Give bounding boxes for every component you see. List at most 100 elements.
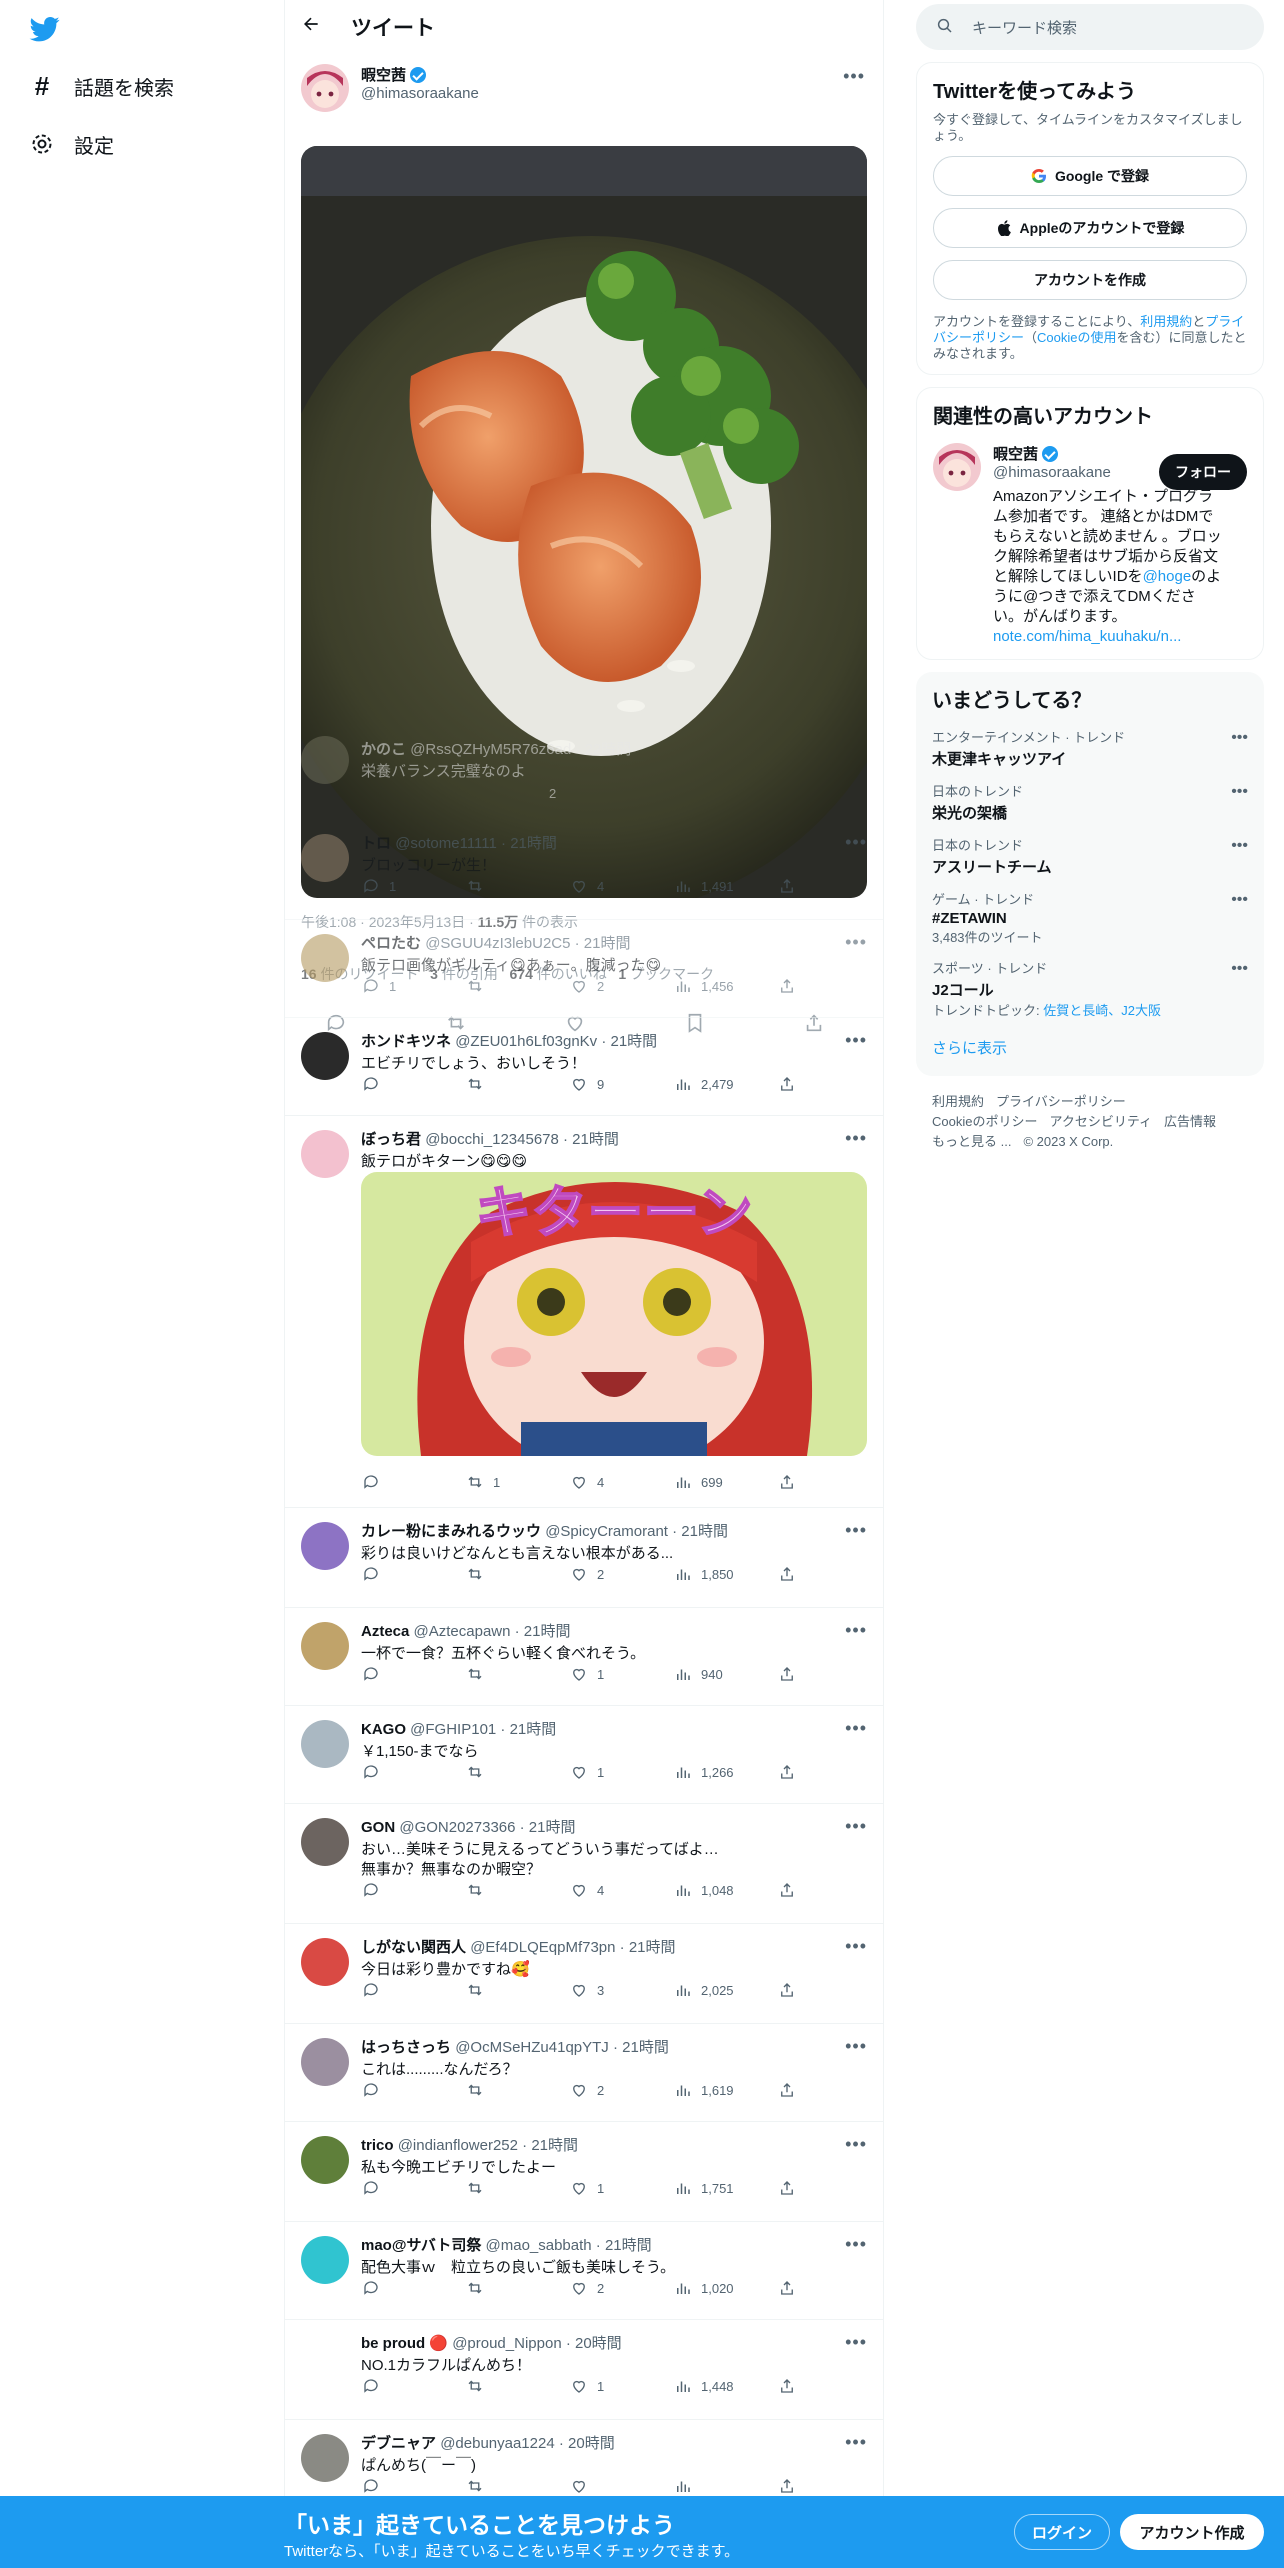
like-button[interactable]: 1 xyxy=(569,2178,649,2198)
more-options-icon[interactable]: ••• xyxy=(845,2134,867,2155)
retweet-button[interactable]: 1 xyxy=(465,1472,545,1492)
views-button[interactable]: 1,448 xyxy=(673,2376,753,2396)
reply-button[interactable] xyxy=(361,1472,441,1492)
reply-tweet[interactable]: カレー粉にまみれるウッウ @SpicyCramorant · 21時間 彩りは良い… xyxy=(285,1508,883,1608)
reply-author-name[interactable]: trico xyxy=(361,2137,394,2154)
share-button[interactable] xyxy=(777,1880,797,1900)
author-handle[interactable]: @himasoraakane xyxy=(361,85,479,102)
trend-item[interactable]: 日本のトレンド 栄光の架橋 ••• xyxy=(932,775,1248,829)
reply-button[interactable] xyxy=(361,1762,441,1782)
reply-author-name[interactable]: mao@サバト司祭 xyxy=(361,2237,481,2254)
views-button[interactable] xyxy=(673,2476,753,2496)
views-button[interactable]: 940 xyxy=(673,1664,753,1684)
avatar[interactable] xyxy=(301,1622,349,1670)
reply-tweet[interactable]: ペロたむ @SGUU4zI3lebU2C5 · 21時間 飯テロ画像がギルティ😋あ… xyxy=(285,920,883,1018)
reply-author-handle[interactable]: @proud_Nippon · 20時間 xyxy=(452,2335,621,2352)
avatar[interactable] xyxy=(301,1032,349,1080)
more-options-icon[interactable]: ••• xyxy=(845,1520,867,1541)
reply-tweet[interactable]: GON @GON20273366 · 21時間 おい…美味そうに見えるってどういう… xyxy=(285,1804,883,1924)
footer-more-link[interactable]: もっと見る ... xyxy=(932,1134,1011,1149)
reply-button[interactable] xyxy=(361,2476,441,2496)
avatar[interactable] xyxy=(301,1938,349,1986)
reply-tweet[interactable]: ぼっち君 @bocchi_12345678 · 21時間 飯テロがキターン😋😋😋 •… xyxy=(285,1116,883,1508)
like-button[interactable]: 9 xyxy=(569,1074,649,1094)
retweet-button[interactable] xyxy=(465,876,545,896)
reply-button[interactable] xyxy=(361,1074,441,1094)
more-options-icon[interactable]: ••• xyxy=(845,932,867,953)
more-options-icon[interactable]: ••• xyxy=(843,66,865,87)
follow-button[interactable]: フォロー xyxy=(1159,454,1247,490)
reply-button[interactable] xyxy=(361,2178,441,2198)
share-button[interactable] xyxy=(777,2178,797,2198)
login-button[interactable]: ログイン xyxy=(1014,2514,1110,2550)
reply-author-handle[interactable]: @sotome11111 · 21時間 xyxy=(395,835,557,852)
views-button[interactable]: 1,048 xyxy=(673,1880,753,1900)
more-options-icon[interactable]: ••• xyxy=(845,1816,867,1837)
reply-image[interactable]: キターーン xyxy=(361,1172,867,1456)
reply-author-name[interactable]: デブニャア xyxy=(361,2435,436,2452)
more-options-icon[interactable]: ••• xyxy=(1231,837,1248,855)
reply-author-name[interactable]: カレー粉にまみれるウッウ xyxy=(361,1523,541,1540)
retweet-button[interactable] xyxy=(465,1880,545,1900)
more-options-icon[interactable]: ••• xyxy=(1231,891,1248,909)
like-button[interactable]: 4 xyxy=(569,1472,649,1492)
avatar[interactable] xyxy=(301,2236,349,2284)
views-button[interactable]: 1,456 xyxy=(673,976,753,996)
reply-author-handle[interactable]: @Ef4DLQEqpMf73pn · 21時間 xyxy=(470,1939,675,1956)
reply-author-name[interactable]: Azteca xyxy=(361,1623,409,1640)
retweet-button[interactable] xyxy=(465,1980,545,2000)
retweet-button[interactable] xyxy=(465,1074,545,1094)
footer-terms-link[interactable]: 利用規約 xyxy=(932,1094,984,1109)
avatar[interactable] xyxy=(301,2334,349,2382)
avatar[interactable] xyxy=(933,443,981,491)
avatar[interactable] xyxy=(301,1522,349,1570)
retweet-button[interactable] xyxy=(465,1564,545,1584)
views-button[interactable]: 1,266 xyxy=(673,1762,753,1782)
avatar[interactable] xyxy=(301,1720,349,1768)
share-button[interactable] xyxy=(777,2278,797,2298)
nav-explore[interactable]: # 話題を検索 xyxy=(28,66,174,106)
more-options-icon[interactable]: ••• xyxy=(845,2234,867,2255)
avatar[interactable] xyxy=(301,64,349,112)
footer-ads-link[interactable]: 広告情報 xyxy=(1164,1114,1216,1129)
reply-author-name[interactable]: KAGO xyxy=(361,1721,406,1738)
more-options-icon[interactable]: ••• xyxy=(845,1128,867,1149)
more-options-icon[interactable]: ••• xyxy=(845,1030,867,1051)
like-button[interactable]: 2 xyxy=(569,2278,649,2298)
reply-tweet[interactable]: be proud 🔴 @proud_Nippon · 20時間 NO.1カラフルぱ… xyxy=(285,2320,883,2420)
reply-button[interactable] xyxy=(361,1980,441,2000)
trend-item[interactable]: エンターテインメント · トレンド 木更津キャッツアイ ••• xyxy=(932,721,1248,775)
retweet-button[interactable] xyxy=(465,2376,545,2396)
relevant-name[interactable]: 暇空茜 xyxy=(993,443,1038,464)
retweet-button[interactable] xyxy=(465,976,545,996)
retweet-button[interactable] xyxy=(465,2080,545,2100)
more-options-icon[interactable]: ••• xyxy=(845,2332,867,2353)
share-button[interactable] xyxy=(777,876,797,896)
reply-author-name[interactable]: はっちさっち xyxy=(361,2039,451,2056)
more-options-icon[interactable]: ••• xyxy=(845,1718,867,1739)
reply-author-handle[interactable]: @FGHIP101 · 21時間 xyxy=(410,1721,556,1738)
reply-button[interactable] xyxy=(361,2080,441,2100)
share-button[interactable] xyxy=(777,1472,797,1492)
avatar[interactable] xyxy=(301,834,349,882)
views-button[interactable]: 2,479 xyxy=(673,1074,753,1094)
like-button[interactable]: 2 xyxy=(569,2080,649,2100)
reply-button[interactable] xyxy=(361,1880,441,1900)
retweet-button[interactable] xyxy=(465,2178,545,2198)
footer-cookie-link[interactable]: Cookieのポリシー xyxy=(932,1114,1037,1129)
retweet-button[interactable] xyxy=(465,2476,545,2496)
nav-settings[interactable]: 設定 xyxy=(28,124,114,164)
search-input[interactable]: キーワード検索 xyxy=(916,4,1264,50)
share-button[interactable] xyxy=(777,1564,797,1584)
more-options-icon[interactable]: ••• xyxy=(1231,729,1248,747)
author-name[interactable]: 暇空茜 xyxy=(361,64,406,85)
create-account-button[interactable]: アカウントを作成 xyxy=(933,260,1247,300)
tweet-photo[interactable]: かのこ @RssQZHyM5R76z6ad · 22時間 栄養バランス完璧なのよ… xyxy=(301,146,867,898)
reply-author-name[interactable]: be proud 🔴 xyxy=(361,2335,448,2352)
reply-author-name[interactable]: ペロたむ xyxy=(361,935,421,952)
reply-tweet[interactable]: KAGO @FGHIP101 · 21時間 ￥1,150-までなら ••• 1 1,26… xyxy=(285,1706,883,1804)
trend-item[interactable]: ゲーム · トレンド #ZETAWIN 3,483件のツイート ••• xyxy=(932,883,1248,952)
avatar[interactable] xyxy=(301,2136,349,2184)
reply-button[interactable] xyxy=(361,2278,441,2298)
share-button[interactable] xyxy=(777,1074,797,1094)
